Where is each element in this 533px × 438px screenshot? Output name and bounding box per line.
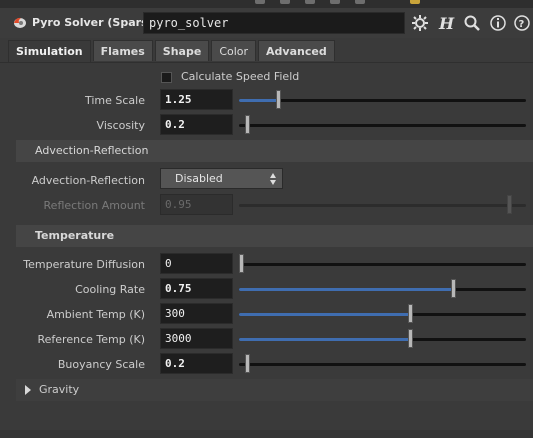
reference-temp-field[interactable]: 3000 xyxy=(160,328,233,349)
ambient-temp-slider[interactable] xyxy=(239,304,526,323)
node-type-label: Pyro Solver (Sparse) xyxy=(32,16,161,29)
toolbar-icon[interactable] xyxy=(280,0,290,4)
toolbar-icon[interactable] xyxy=(305,0,315,4)
toolbar-icon[interactable] xyxy=(410,0,420,4)
updown-arrows-icon xyxy=(270,173,276,185)
slider-handle[interactable] xyxy=(408,329,413,348)
buoyancy-scale-slider[interactable] xyxy=(239,354,526,373)
advection-reflection-dropdown[interactable]: Disabled xyxy=(160,168,283,189)
advection-reflection-section[interactable]: Advection-Reflection xyxy=(16,140,533,162)
calculate-speed-field-label: Calculate Speed Field xyxy=(181,70,300,83)
tab-color[interactable]: Color xyxy=(211,40,257,61)
reflection-amount-slider xyxy=(239,195,526,214)
pyro-node-icon xyxy=(14,17,26,28)
cooling-rate-field[interactable]: 0.75 xyxy=(160,278,233,299)
time-scale-slider[interactable] xyxy=(239,90,526,109)
buoyancy-scale-label: Buoyancy Scale xyxy=(57,358,145,371)
ambient-temp-field[interactable]: 300 xyxy=(160,303,233,324)
info-icon[interactable] xyxy=(489,14,507,32)
slider-handle xyxy=(507,195,512,214)
search-icon[interactable] xyxy=(463,14,481,32)
time-scale-label: Time Scale xyxy=(84,94,145,107)
temperature-diffusion-field[interactable]: 0 xyxy=(160,253,233,274)
tab-simulation[interactable]: Simulation xyxy=(8,40,91,62)
advection-reflection-label: Advection-Reflection xyxy=(31,174,145,187)
node-name-field[interactable]: pyro_solver xyxy=(143,12,405,34)
gravity-folder-label: Gravity xyxy=(39,383,80,396)
tab-shape[interactable]: Shape xyxy=(154,40,210,61)
viscosity-slider[interactable] xyxy=(239,115,526,134)
gear-icon[interactable] xyxy=(411,14,429,32)
temperature-diffusion-label: Temperature Diffusion xyxy=(23,258,145,271)
slider-handle[interactable] xyxy=(239,254,244,273)
toolbar-icon[interactable] xyxy=(330,0,340,4)
panel-bottom-bar xyxy=(0,430,533,438)
question-icon[interactable]: ? xyxy=(513,14,531,32)
viscosity-label: Viscosity xyxy=(96,119,145,132)
slider-handle[interactable] xyxy=(245,115,250,134)
temperature-diffusion-slider[interactable] xyxy=(239,254,526,273)
buoyancy-scale-field[interactable]: 0.2 xyxy=(160,353,233,374)
temperature-section[interactable]: Temperature xyxy=(16,225,533,247)
svg-text:?: ? xyxy=(519,19,525,30)
cooling-rate-slider[interactable] xyxy=(239,279,526,298)
top-strip xyxy=(0,0,533,8)
reflection-amount-label: Reflection Amount xyxy=(43,199,145,212)
tab-flames[interactable]: Flames xyxy=(92,40,153,61)
simulation-panel: Calculate Speed Field Time Scale 1.25 Vi… xyxy=(0,62,533,438)
calculate-speed-field-checkbox[interactable] xyxy=(161,72,172,83)
svg-text:H: H xyxy=(438,14,455,32)
time-scale-field[interactable]: 1.25 xyxy=(160,89,233,110)
tab-advanced[interactable]: Advanced xyxy=(258,40,335,61)
reference-temp-label: Reference Temp (K) xyxy=(37,333,146,346)
toolbar-icon[interactable] xyxy=(255,0,265,4)
parameter-tabs: Simulation Flames Shape Color Advanced xyxy=(8,40,337,62)
gravity-folder[interactable]: Gravity xyxy=(16,379,533,401)
slider-handle[interactable] xyxy=(408,304,413,323)
slider-handle[interactable] xyxy=(245,354,250,373)
dropdown-value: Disabled xyxy=(175,172,223,185)
toolbar-icon[interactable] xyxy=(355,0,365,4)
slider-handle[interactable] xyxy=(451,279,456,298)
viscosity-field[interactable]: 0.2 xyxy=(160,114,233,135)
slider-handle[interactable] xyxy=(276,90,281,109)
reference-temp-slider[interactable] xyxy=(239,329,526,348)
ambient-temp-label: Ambient Temp (K) xyxy=(46,308,145,321)
help-H-icon[interactable]: H xyxy=(437,14,455,32)
parameter-header: Pyro Solver (Sparse) pyro_solver H ? xyxy=(0,8,533,38)
reflection-amount-field: 0.95 xyxy=(160,194,233,215)
cooling-rate-label: Cooling Rate xyxy=(75,283,145,296)
expand-triangle-icon[interactable] xyxy=(25,385,31,395)
